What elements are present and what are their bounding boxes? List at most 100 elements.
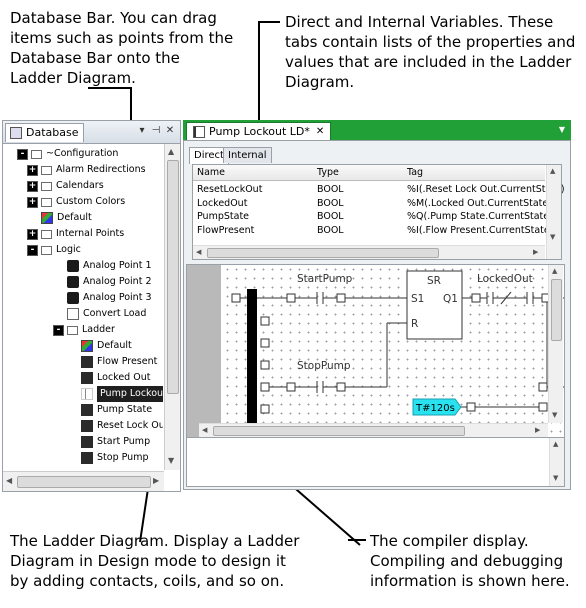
tree-item[interactable]: Custom Colors (41, 194, 125, 210)
expand-icon[interactable]: + (27, 165, 38, 176)
database-pane: Database ▾ ⊣ ✕ - ~Configuration + Alarm Red… (2, 120, 181, 492)
scroll-right-icon[interactable]: ▶ (533, 248, 538, 256)
compiler-vertical-scrollbar[interactable]: ▲ ▼ (549, 438, 564, 486)
cell-tag: %M(.Locked Out.CurrentState) (407, 197, 552, 209)
tree-item[interactable]: Internal Points (41, 226, 124, 242)
table-row[interactable]: LockedOut BOOL %M(.Locked Out.CurrentState… (193, 197, 552, 210)
variables-vertical-scrollbar[interactable]: ▲ ▼ (546, 165, 561, 259)
column-header-type[interactable]: Type (317, 165, 339, 180)
tree-item[interactable]: Stop Pump (81, 450, 149, 466)
database-tree: - ~Configuration + Alarm Redirections + Calen… (3, 144, 163, 470)
scroll-down-icon[interactable]: ▼ (553, 474, 558, 482)
tree-item[interactable]: Locked Out (81, 370, 150, 386)
tree-item[interactable]: Convert Load (67, 306, 146, 322)
scroll-right-icon[interactable]: ▶ (535, 426, 540, 434)
tree-item[interactable]: Analog Point 3 (67, 290, 152, 306)
dropdown-icon[interactable]: ▾ (135, 124, 149, 138)
connector-node (466, 402, 476, 412)
tree-item[interactable]: Calendars (41, 178, 104, 194)
color-palette-icon (81, 340, 93, 352)
ladder-diagram[interactable]: StartPump StopPump LockedOut SR S1 Q1 R … (186, 264, 565, 438)
database-tab[interactable]: Database (5, 123, 84, 142)
scroll-right-icon[interactable]: ▶ (153, 476, 159, 485)
tree-item[interactable]: Pump State (81, 402, 152, 418)
variables-horizontal-scrollbar[interactable]: ◀ ▶ (193, 245, 545, 259)
tree-item-label: Analog Point 2 (83, 276, 152, 287)
connector-node (260, 404, 270, 414)
scroll-thumb[interactable] (167, 160, 179, 394)
scroll-down-icon[interactable]: ▼ (552, 411, 557, 419)
sr-input-s1: S1 (411, 293, 424, 305)
digital-point-icon (81, 452, 93, 464)
timer-label: T#120s (415, 403, 455, 414)
ladder-vertical-scrollbar[interactable]: ▲ ▼ (548, 265, 563, 423)
tree-item[interactable]: Logic (41, 242, 81, 258)
scroll-thumb[interactable] (17, 476, 151, 488)
collapse-icon[interactable]: - (53, 325, 64, 336)
scroll-left-icon[interactable]: ◀ (6, 476, 12, 485)
scroll-thumb[interactable] (551, 279, 562, 341)
close-icon[interactable]: ✕ (316, 123, 324, 141)
tree-item[interactable]: ~Configuration (31, 146, 118, 162)
scroll-left-icon[interactable]: ◀ (202, 426, 207, 434)
expand-icon[interactable]: + (27, 229, 38, 240)
tree-item-label: Ladder (82, 324, 115, 335)
scroll-down-icon[interactable]: ▼ (168, 456, 174, 465)
scroll-up-icon[interactable]: ▲ (550, 167, 555, 175)
close-icon[interactable]: ✕ (163, 124, 177, 138)
cell-name: ResetLockOut (197, 184, 263, 195)
connector-node (286, 382, 296, 392)
pin-icon[interactable]: ⊣ (149, 124, 163, 138)
table-row[interactable]: FlowPresent BOOL %I(.Flow Present.CurrentS… (193, 224, 553, 237)
tree-item[interactable]: Pump Lockout LD (81, 386, 163, 402)
tree-item[interactable]: Alarm Redirections (41, 162, 146, 178)
collapse-icon[interactable]: - (27, 245, 38, 256)
analog-point-icon (67, 292, 79, 304)
tab-internal[interactable]: Internal (223, 147, 272, 163)
expand-icon[interactable]: + (27, 197, 38, 208)
expand-icon[interactable]: + (27, 181, 38, 192)
collapse-icon[interactable]: - (17, 149, 28, 160)
scroll-up-icon[interactable]: ▲ (553, 440, 558, 448)
digital-point-icon (81, 420, 93, 432)
tab-pump-lockout-ld[interactable]: Pump Lockout LD* ✕ (186, 122, 332, 141)
column-header-name[interactable]: Name (197, 165, 225, 180)
scroll-thumb[interactable] (207, 248, 439, 258)
ladder-horizontal-scrollbar[interactable]: ◀ ▶ (199, 423, 548, 437)
cell-name: PumpState (197, 211, 250, 222)
scroll-down-icon[interactable]: ▼ (550, 233, 555, 241)
tree-item-label: Default (97, 340, 132, 351)
tree-item[interactable]: Flow Present (81, 354, 157, 370)
ladder-drawing[interactable]: StartPump StopPump LockedOut SR S1 Q1 R … (187, 265, 564, 437)
scroll-up-icon[interactable]: ▲ (168, 147, 174, 156)
cell-type: BOOL (317, 197, 344, 209)
ladder-diagram-icon (81, 388, 93, 400)
tree-item-label: Analog Point 3 (83, 292, 152, 303)
table-row[interactable]: PumpState BOOL %Q(.Pump State.CurrentState… (193, 210, 553, 223)
database-vertical-scrollbar[interactable]: ▲ ▼ (164, 144, 180, 470)
tree-item-label: Calendars (56, 180, 104, 191)
cell-type: BOOL (317, 224, 344, 236)
table-row[interactable]: ResetLockOut BOOL %I(.Reset Lock Out.Curre… (193, 183, 565, 196)
tree-item[interactable]: Analog Point 2 (67, 274, 152, 290)
ladder-diagram-icon (193, 126, 205, 138)
tree-item-label: ~Configuration (46, 148, 119, 159)
folder-icon (67, 325, 78, 335)
compiler-display[interactable]: ▲ ▼ (186, 437, 565, 487)
scroll-left-icon[interactable]: ◀ (196, 248, 201, 256)
tree-item[interactable]: Ladder (67, 322, 115, 338)
rung-1 (231, 270, 564, 385)
connector-node (286, 293, 296, 303)
tree-item[interactable]: Default (81, 338, 132, 354)
scroll-thumb[interactable] (213, 426, 465, 436)
database-horizontal-scrollbar[interactable]: ◀ ▶ (3, 471, 164, 491)
tree-item[interactable]: Reset Lock Out (81, 418, 163, 434)
tree-item[interactable]: Default (41, 210, 92, 226)
scroll-up-icon[interactable]: ▲ (552, 267, 557, 275)
tree-item[interactable]: Analog Point 1 (67, 258, 152, 274)
column-header-tag[interactable]: Tag (407, 165, 423, 180)
tree-item[interactable]: Start Pump (81, 434, 150, 450)
tab-menu-icon[interactable]: ▼ (559, 125, 565, 134)
digital-point-icon (81, 372, 93, 384)
color-palette-icon (41, 212, 53, 224)
